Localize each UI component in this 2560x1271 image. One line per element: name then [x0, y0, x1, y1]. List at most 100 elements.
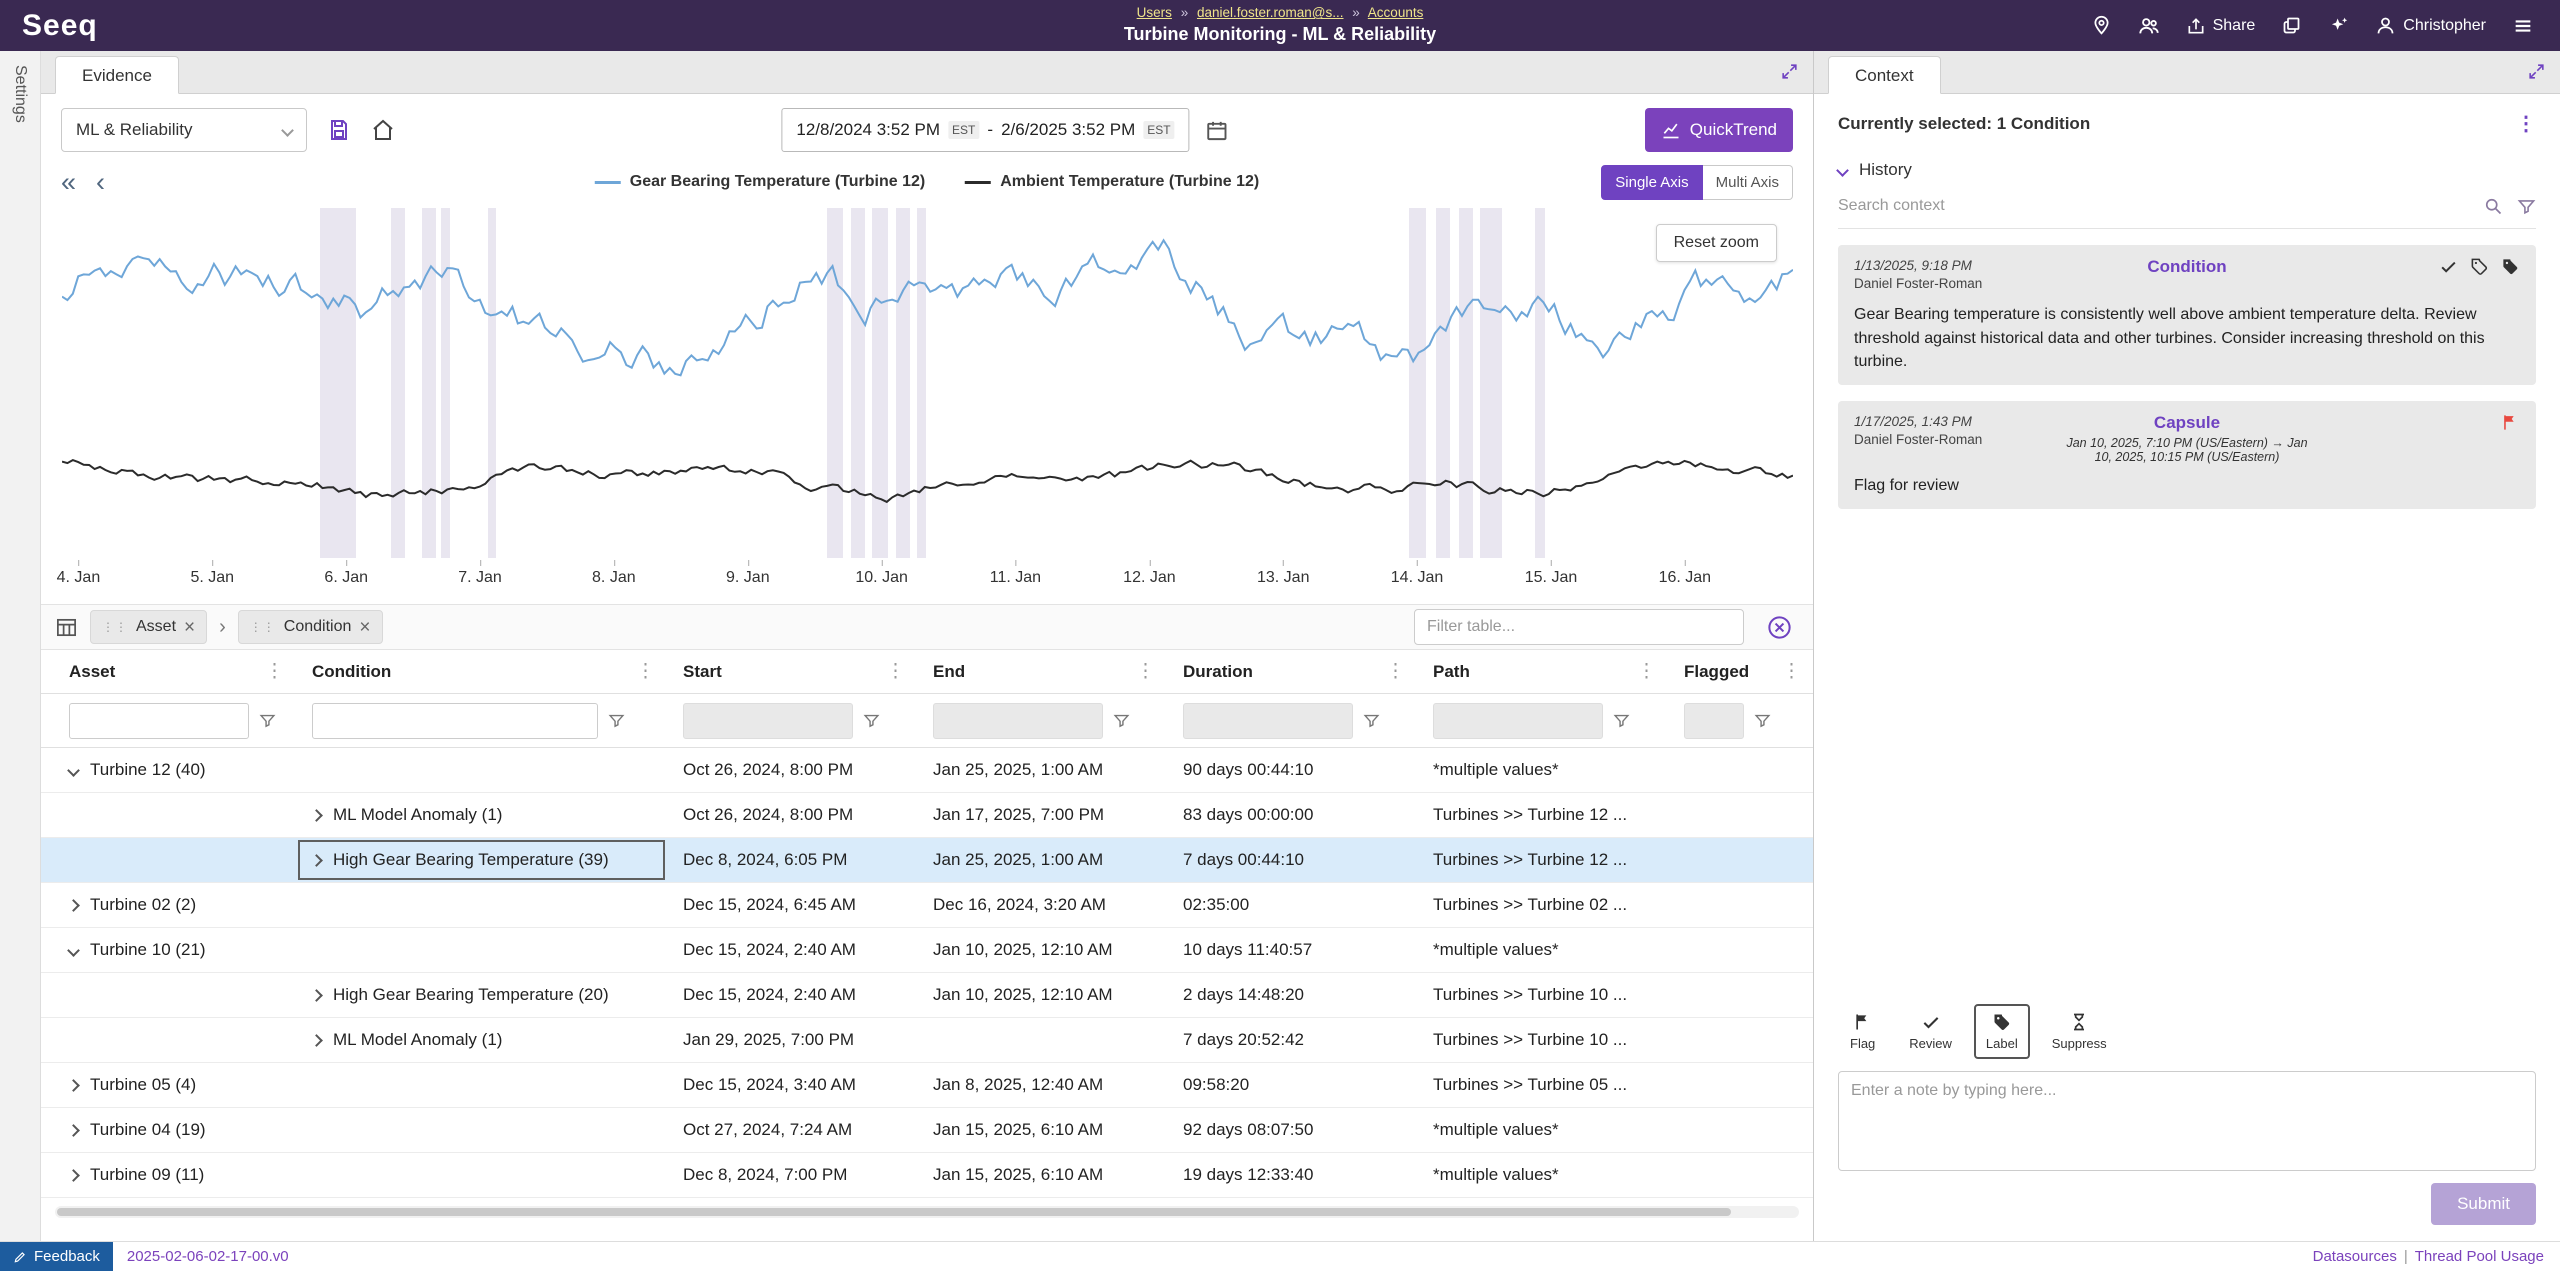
card-type[interactable]: Condition: [2064, 257, 2310, 277]
filter-condition-input[interactable]: [312, 703, 598, 739]
reset-zoom-button[interactable]: Reset zoom: [1656, 224, 1777, 262]
expand-row-icon[interactable]: [67, 1169, 80, 1182]
funnel-icon[interactable]: [608, 712, 625, 729]
table-row-turbine-02[interactable]: Turbine 02 (2) Dec 15, 2024, 6:45 AM Dec…: [41, 883, 1813, 928]
column-path[interactable]: Path: [1433, 662, 1470, 682]
breadcrumb-accounts[interactable]: Accounts: [1368, 5, 1424, 20]
legend-item[interactable]: Ambient Temperature (Turbine 12): [965, 173, 1259, 191]
filter-flagged-input[interactable]: [1684, 703, 1744, 739]
table-row-turbine-05[interactable]: Turbine 05 (4) Dec 15, 2024, 3:40 AM Jan…: [41, 1063, 1813, 1108]
table-row-ml-model-anomaly-t10[interactable]: ML Model Anomaly (1) Jan 29, 2025, 7:00 …: [41, 1018, 1813, 1063]
column-asset[interactable]: Asset: [69, 662, 115, 682]
sparkles-icon[interactable]: [2328, 15, 2349, 36]
table-row-ml-model-anomaly[interactable]: ML Model Anomaly (1) Oct 26, 2024, 8:00 …: [41, 793, 1813, 838]
quicktrend-button[interactable]: QuickTrend: [1645, 108, 1793, 152]
users-icon[interactable]: [2138, 15, 2160, 37]
expand-row-icon[interactable]: [67, 899, 80, 912]
column-duration[interactable]: Duration: [1183, 662, 1253, 682]
funnel-icon[interactable]: [1363, 712, 1380, 729]
expand-row-icon[interactable]: [310, 989, 323, 1002]
breadcrumb-user-folder[interactable]: daniel.foster.roman@s...: [1197, 5, 1344, 20]
filter-path-input[interactable]: [1433, 703, 1603, 739]
expand-row-icon[interactable]: [67, 1124, 80, 1137]
tag-filled-icon[interactable]: [2501, 257, 2520, 276]
filter-duration-input[interactable]: [1183, 703, 1353, 739]
windows-icon[interactable]: [2281, 15, 2302, 36]
filter-asset-input[interactable]: [69, 703, 249, 739]
column-end[interactable]: End: [933, 662, 965, 682]
expand-row-icon[interactable]: [310, 809, 323, 822]
datasources-link[interactable]: Datasources: [2313, 1248, 2397, 1265]
save-worksheet-icon[interactable]: [327, 118, 351, 142]
column-menu-icon[interactable]: ⋮: [636, 662, 655, 681]
column-flagged[interactable]: Flagged: [1684, 662, 1749, 682]
display-range-input[interactable]: 12/8/2024 3:52 PM EST - 2/6/2025 3:52 PM…: [781, 108, 1189, 152]
filter-end-input[interactable]: [933, 703, 1103, 739]
expand-worksheet-icon[interactable]: [1780, 62, 1799, 81]
tag-icon[interactable]: [2470, 257, 2489, 276]
table-settings-icon[interactable]: [55, 616, 78, 639]
search-context-input[interactable]: [1838, 197, 2469, 215]
collapse-all-icon[interactable]: «: [61, 169, 76, 196]
horizontal-scrollbar[interactable]: [55, 1206, 1799, 1218]
search-icon[interactable]: [2483, 196, 2503, 216]
hamburger-menu-icon[interactable]: [2512, 15, 2534, 37]
table-row-turbine-12[interactable]: Turbine 12 (40) Oct 26, 2024, 8:00 PM Ja…: [41, 748, 1813, 793]
breadcrumb-users[interactable]: Users: [1137, 5, 1172, 20]
home-icon[interactable]: [371, 118, 395, 142]
column-menu-icon[interactable]: ⋮: [1782, 662, 1801, 681]
funnel-icon[interactable]: [259, 712, 276, 729]
column-menu-icon[interactable]: ⋮: [886, 662, 905, 681]
filter-table-input[interactable]: [1414, 609, 1744, 645]
trend-chart[interactable]: Reset zoom: [62, 208, 1793, 558]
worksheet-select[interactable]: ML & Reliability: [61, 108, 307, 152]
flag-action-button[interactable]: Flag: [1838, 1004, 1887, 1059]
settings-panel-toggle[interactable]: Settings: [11, 65, 29, 1241]
table-row-turbine-09[interactable]: Turbine 09 (11) Dec 8, 2024, 7:00 PM Jan…: [41, 1153, 1813, 1198]
multi-axis-button[interactable]: Multi Axis: [1703, 165, 1793, 200]
expand-row-icon[interactable]: [67, 1079, 80, 1092]
funnel-icon[interactable]: [1613, 712, 1630, 729]
label-action-button[interactable]: Label: [1974, 1004, 2030, 1059]
history-section-toggle[interactable]: History: [1838, 160, 2536, 180]
table-row-turbine-04[interactable]: Turbine 04 (19) Oct 27, 2024, 7:24 AM Ja…: [41, 1108, 1813, 1153]
drag-handle-icon[interactable]: ⋮⋮: [102, 620, 128, 634]
user-menu[interactable]: Christopher: [2375, 15, 2486, 36]
filter-start-input[interactable]: [683, 703, 853, 739]
flag-icon[interactable]: [2501, 413, 2520, 432]
history-card-condition[interactable]: 1/13/2025, 9:18 PM Daniel Foster-Roman C…: [1838, 245, 2536, 385]
funnel-icon[interactable]: [1754, 712, 1771, 729]
remove-pill-icon[interactable]: ×: [359, 618, 370, 637]
column-menu-icon[interactable]: ⋮: [1136, 662, 1155, 681]
column-menu-icon[interactable]: ⋮: [1386, 662, 1405, 681]
table-row-high-gear-bearing-temp-t10[interactable]: High Gear Bearing Temperature (20) Dec 1…: [41, 973, 1813, 1018]
share-button[interactable]: Share: [2186, 16, 2256, 36]
context-menu-icon[interactable]: ⋮: [2516, 114, 2536, 134]
suppress-action-button[interactable]: Suppress: [2040, 1004, 2119, 1059]
remove-pill-icon[interactable]: ×: [184, 618, 195, 637]
scrollbar-thumb[interactable]: [57, 1208, 1731, 1216]
expand-context-icon[interactable]: [2527, 62, 2546, 81]
clear-filters-icon[interactable]: [1766, 614, 1793, 641]
history-card-capsule[interactable]: 1/17/2025, 1:43 PM Daniel Foster-Roman C…: [1838, 401, 2536, 509]
funnel-icon[interactable]: [1113, 712, 1130, 729]
step-back-icon[interactable]: ‹: [96, 169, 105, 196]
column-menu-icon[interactable]: ⋮: [1637, 662, 1656, 681]
funnel-icon[interactable]: [863, 712, 880, 729]
group-pill-asset[interactable]: ⋮⋮ Asset ×: [90, 610, 207, 644]
submit-button[interactable]: Submit: [2431, 1183, 2536, 1225]
calendar-icon[interactable]: [1206, 119, 1229, 142]
feedback-button[interactable]: Feedback: [0, 1242, 113, 1271]
card-type[interactable]: Capsule: [2064, 413, 2310, 433]
drag-handle-icon[interactable]: ⋮⋮: [250, 620, 276, 634]
review-action-button[interactable]: Review: [1897, 1004, 1964, 1059]
tab-context[interactable]: Context: [1828, 56, 1941, 94]
collapse-row-icon[interactable]: [67, 764, 80, 777]
column-start[interactable]: Start: [683, 662, 722, 682]
filter-icon[interactable]: [2517, 197, 2536, 216]
expand-row-icon[interactable]: [310, 1034, 323, 1047]
column-menu-icon[interactable]: ⋮: [265, 662, 284, 681]
group-pill-condition[interactable]: ⋮⋮ Condition ×: [238, 610, 383, 644]
thread-pool-usage-link[interactable]: Thread Pool Usage: [2415, 1248, 2544, 1265]
table-row-high-gear-bearing-temp-selected[interactable]: High Gear Bearing Temperature (39) Dec 8…: [41, 838, 1813, 883]
